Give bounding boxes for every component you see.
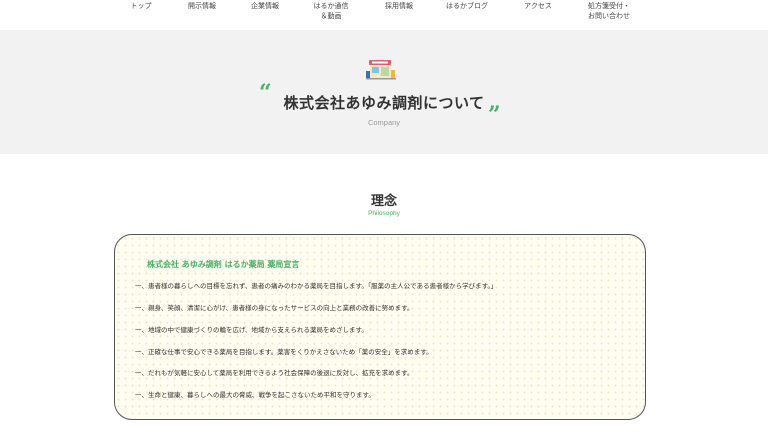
card-heading: 株式会社 あゆみ調剤 はるか薬局 薬局宣言 — [147, 260, 300, 269]
principle-item: 一、だれもが気軽に安心して薬局を利用できるよう社会保障の後退に反対し、拡充を求め… — [135, 369, 414, 377]
nav-item-prescription-contact[interactable]: 処方箋受付・ お問い合わせ — [588, 1, 630, 21]
nav-item-news-video[interactable]: はるか通信 ＆動画 — [314, 1, 349, 21]
hero-wave-edge — [0, 138, 768, 154]
nav-item-access[interactable]: アクセス — [524, 1, 552, 11]
principle-item: 一、生命と健康、暮らしへの最大の脅威、戦争を起こさないため平和を守ります。 — [135, 391, 375, 399]
nav-item-recruit[interactable]: 採用情報 — [385, 1, 413, 11]
nav-item-blog[interactable]: はるかブログ — [446, 1, 488, 11]
top-nav: トップ 開示情報 企業情報 はるか通信 ＆動画 採用情報 はるかブログ アクセス… — [0, 0, 768, 30]
principle-item: 一、親身、笑顔、清潔に心がけ、患者様の身になったサービスの向上と業務の改善に努め… — [135, 304, 414, 312]
principle-item: 一、正確な仕事で安心できる薬局を目指します。薬害をくりかえさないため「薬の安全」… — [135, 348, 433, 356]
nav-item-company[interactable]: 企業情報 — [251, 1, 279, 11]
page-title: 株式会社あゆみ調剤について — [283, 94, 485, 112]
nav-item-top[interactable]: トップ — [131, 1, 152, 11]
principle-item: 一、地域の中で健康づくりの輪を広げ、地域から支えられる薬局をめざします。 — [135, 326, 368, 334]
page-subtitle: Company — [367, 118, 401, 127]
section-title: 理念 — [370, 194, 397, 209]
principle-item: 一、患者様の暮らしへの目標を忘れず、患者の痛みのわかる薬局を目指します。「服薬の… — [135, 282, 498, 290]
section-subtitle: Philosophy — [368, 210, 400, 217]
philosophy-card: 株式会社 あゆみ調剤 はるか薬局 薬局宣言 一、患者様の暮らしへの目標を忘れず、… — [114, 234, 646, 420]
nav-item-disclosure[interactable]: 開示情報 — [188, 1, 216, 11]
pharmacy-shop-icon — [366, 60, 396, 80]
